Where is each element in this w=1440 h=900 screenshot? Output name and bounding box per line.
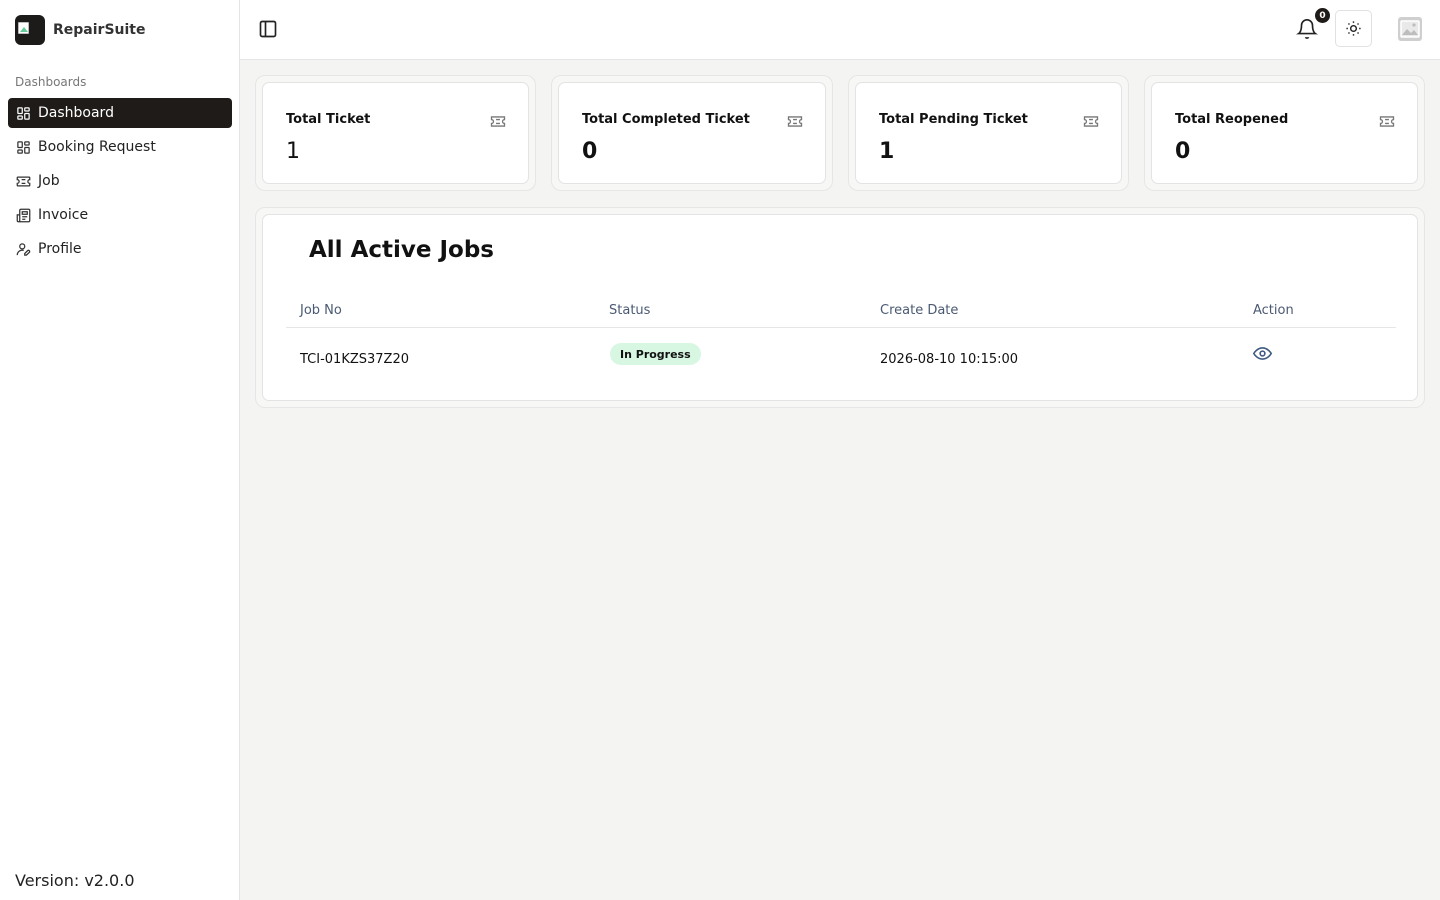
active-jobs-card: All Active Jobs Job No Status Create Dat… — [262, 214, 1418, 401]
avatar-image-icon — [1400, 20, 1420, 38]
column-header-action: Action — [1253, 303, 1294, 318]
sidebar-item-invoice[interactable]: Invoice — [8, 200, 232, 230]
ticket-icon — [787, 116, 803, 127]
ticket-icon — [1083, 116, 1099, 127]
brand[interactable]: RepairSuite — [15, 14, 145, 45]
stat-card-inner: Total Ticket 1 — [262, 82, 529, 184]
brand-name: RepairSuite — [53, 21, 146, 38]
sidebar: RepairSuite Dashboards Dashboard Booking… — [0, 0, 240, 900]
active-jobs-title: All Active Jobs — [309, 237, 494, 263]
sun-icon — [1346, 21, 1361, 36]
column-header-create-date[interactable]: Create Date — [880, 303, 958, 318]
table-header-divider — [286, 327, 1396, 328]
active-jobs-panel: All Active Jobs Job No Status Create Dat… — [255, 207, 1425, 408]
create-date-cell: 2026-08-10 10:15:00 — [880, 352, 1019, 367]
stat-title: Total Pending Ticket — [879, 112, 1028, 127]
brand-logo — [15, 14, 45, 45]
avatar[interactable] — [1398, 17, 1422, 41]
sidebar-item-profile[interactable]: Profile — [8, 234, 232, 264]
ticket-icon — [1379, 116, 1395, 127]
bell-icon[interactable] — [1296, 18, 1318, 40]
sidebar-item-label: Booking Request — [38, 139, 156, 155]
column-header-status[interactable]: Status — [609, 303, 650, 318]
sidebar-nav: Dashboard Booking Request Job Invoice Pr… — [8, 98, 232, 268]
stat-value: 1 — [286, 139, 300, 164]
stat-card-inner: Total Completed Ticket 0 — [558, 82, 826, 184]
theme-toggle-button[interactable] — [1335, 10, 1372, 47]
sidebar-item-job[interactable]: Job — [8, 166, 232, 196]
top-header: 0 — [240, 0, 1440, 60]
stat-value: 1 — [879, 139, 895, 164]
stat-value: 0 — [1175, 139, 1191, 164]
stat-title: Total Completed Ticket — [582, 112, 750, 127]
sidebar-item-booking-request[interactable]: Booking Request — [8, 132, 232, 162]
ticket-icon — [16, 176, 31, 186]
user-pen-icon — [16, 242, 31, 256]
column-header-job-no[interactable]: Job No — [300, 303, 342, 318]
newspaper-icon — [16, 208, 31, 222]
stat-card-total-reopened: Total Reopened 0 — [1144, 75, 1425, 191]
stat-card-inner: Total Reopened 0 — [1151, 82, 1418, 184]
sidebar-toggle-icon[interactable] — [258, 19, 278, 39]
job-no-cell: TCI-01KZS37Z20 — [300, 352, 409, 367]
stat-card-total-completed-ticket: Total Completed Ticket 0 — [551, 75, 833, 191]
stat-value: 0 — [582, 139, 598, 164]
stat-card-total-ticket: Total Ticket 1 — [255, 75, 536, 191]
stat-card-total-pending-ticket: Total Pending Ticket 1 — [848, 75, 1129, 191]
dashboard-grid-icon — [17, 106, 30, 120]
sidebar-item-dashboard[interactable]: Dashboard — [8, 98, 232, 128]
stat-title: Total Ticket — [286, 112, 371, 127]
sidebar-item-label: Profile — [38, 241, 82, 257]
stat-title: Total Reopened — [1175, 112, 1289, 127]
status-badge: In Progress — [610, 343, 701, 365]
ticket-icon — [490, 116, 506, 127]
stat-card-inner: Total Pending Ticket 1 — [855, 82, 1122, 184]
sidebar-item-label: Invoice — [38, 207, 89, 223]
app-version: Version: v2.0.0 — [15, 871, 135, 890]
sidebar-section-label: Dashboards — [15, 75, 87, 89]
sidebar-item-label: Dashboard — [38, 105, 114, 121]
dashboard-grid-icon — [17, 140, 30, 154]
sidebar-item-label: Job — [38, 173, 60, 189]
notification-count-badge: 0 — [1315, 8, 1330, 23]
eye-icon[interactable] — [1253, 346, 1272, 361]
